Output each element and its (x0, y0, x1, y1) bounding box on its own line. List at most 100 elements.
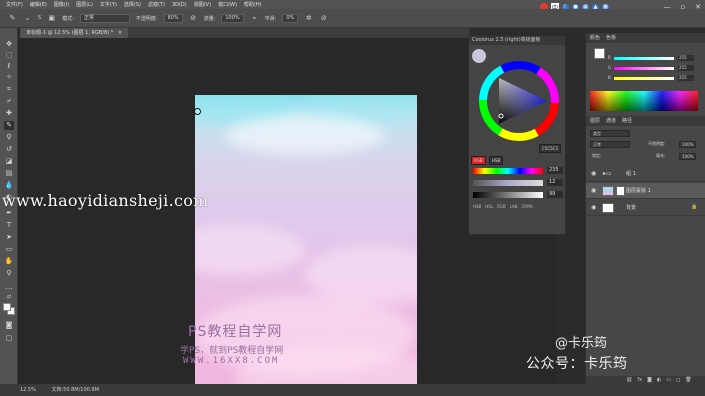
g-slider[interactable] (614, 67, 674, 70)
layer-row[interactable]: ◉ 图层蒙版 1 (586, 183, 705, 199)
brush-size[interactable]: 5 (38, 15, 41, 21)
layer-row[interactable]: ◉ 背景 🔒 (586, 200, 705, 216)
fill-label: 填充: (656, 153, 666, 158)
color-mode-button-2[interactable]: HSB (489, 156, 504, 165)
tab-lab[interactable]: LAB (510, 204, 518, 209)
menu-help[interactable]: 帮助(H) (244, 1, 262, 8)
document-tab[interactable]: 未标题-1 @ 12.5% (图层 1, RGB/8) * × (20, 28, 129, 38)
tab-rgb[interactable]: RGB (497, 204, 506, 209)
zoom-level[interactable]: 12.5% (20, 387, 36, 393)
history-brush-tool-icon[interactable]: ↺ (4, 145, 14, 154)
visibility-eye-icon[interactable]: ◉ (591, 170, 596, 177)
watermark-url: www.haoyidianshejі.com (2, 191, 209, 210)
menu-image[interactable]: 图像(I) (54, 1, 69, 8)
menu-edit[interactable]: 编辑(E) (30, 1, 47, 8)
hex-value[interactable]: C5C5C5 (539, 144, 562, 153)
color-mode-button[interactable]: RGB (471, 156, 486, 165)
pressure-size-icon[interactable]: ⊘ (319, 14, 328, 23)
lasso-tool-icon[interactable]: ℓ (4, 62, 14, 71)
menu-window[interactable]: 窗口(W) (218, 1, 237, 8)
type-tool-icon[interactable]: T (4, 221, 14, 230)
layer-fill-field[interactable]: 100% (679, 153, 697, 160)
clone-stamp-tool-icon[interactable]: ⚲ (4, 133, 14, 142)
document-info: 文档:50.8M/100.9M (51, 387, 99, 393)
settings-gear-icon[interactable]: ✲ (304, 14, 313, 23)
brush-preset-icon[interactable]: ⌄ (23, 14, 32, 23)
gradient-tool-icon[interactable]: ▤ (4, 169, 14, 178)
layer-filter-select[interactable]: 类型 (590, 130, 630, 137)
pressure-opacity-icon[interactable]: ⊘ (189, 14, 198, 23)
color-spectrum-bar[interactable] (590, 91, 698, 111)
menu-filter[interactable]: 滤镜(T) (148, 1, 165, 8)
tab-channels[interactable]: 通道 (606, 116, 616, 126)
menu-layer[interactable]: 图层(L) (76, 1, 93, 8)
hue-slider[interactable] (473, 168, 543, 174)
fx-icon[interactable]: fx (637, 377, 642, 383)
flow-field[interactable]: 100% (221, 13, 244, 23)
healing-brush-tool-icon[interactable]: ✚ (4, 109, 14, 118)
path-select-tool-icon[interactable]: ➤ (4, 233, 14, 242)
layer-mask-thumbnail[interactable] (616, 186, 625, 196)
color-wheel[interactable] (477, 56, 561, 146)
new-layer-icon[interactable]: ◻ (676, 377, 680, 383)
menu-file[interactable]: 文件(F) (6, 1, 23, 8)
tab-layers[interactable]: 图层 (590, 116, 600, 126)
blend-mode-select[interactable]: 正常 (590, 141, 630, 148)
tab-hsb[interactable]: HSB (473, 204, 481, 209)
delete-layer-icon[interactable]: 🗑 (685, 377, 691, 383)
smooth-field[interactable]: 0% (282, 13, 299, 23)
visibility-eye-icon[interactable]: ◉ (591, 187, 596, 194)
b-slider[interactable] (614, 77, 674, 80)
brightness-value[interactable]: 99 (547, 191, 563, 198)
r-slider[interactable] (614, 57, 674, 60)
quick-mask-icon[interactable]: ◙ (4, 321, 14, 330)
g-value[interactable]: 255 (678, 65, 694, 71)
layer-row[interactable]: ◉ ▸▭ 组 1 (586, 166, 705, 182)
close-tab-icon[interactable]: × (118, 30, 122, 36)
saturation-value[interactable]: 12 (547, 179, 563, 186)
hand-tool-icon[interactable]: ✋ (4, 257, 14, 266)
blur-tool-icon[interactable]: 💧 (4, 181, 14, 190)
color-panel-swatch[interactable] (594, 48, 605, 59)
marquee-tool-icon[interactable]: ⬚ (4, 51, 14, 60)
more-tools-icon[interactable]: … (4, 283, 14, 292)
shape-tool-icon[interactable]: ▭ (4, 245, 14, 254)
tab-cmyk[interactable]: CMYK (522, 204, 533, 209)
r-value[interactable]: 255 (678, 55, 694, 61)
b-value[interactable]: 255 (678, 75, 694, 81)
layer-opacity-field[interactable]: 100% (679, 141, 697, 148)
eraser-tool-icon[interactable]: ◪ (4, 157, 14, 166)
airbrush-icon[interactable]: ⌁ (250, 14, 259, 23)
opacity-field[interactable]: 80% (163, 13, 183, 23)
tab-swatches[interactable]: 色板 (606, 33, 616, 43)
tab-paths[interactable]: 路径 (622, 116, 632, 126)
menu-type[interactable]: 文字(Y) (100, 1, 117, 8)
brush-tool-icon[interactable]: ✎ (4, 121, 14, 130)
crop-tool-icon[interactable]: ⌗ (4, 85, 14, 94)
hue-value[interactable]: 235 (547, 167, 563, 174)
quick-select-tool-icon[interactable]: ✧ (4, 73, 14, 82)
mode-select[interactable]: 正常 (79, 13, 130, 23)
brightness-slider[interactable] (473, 192, 543, 198)
brush-panel-icon[interactable]: ▣ (47, 14, 56, 23)
pen-tool-icon[interactable]: ✒ (4, 209, 14, 218)
zoom-tool-icon[interactable]: ⚲ (4, 269, 14, 278)
visibility-eye-icon[interactable]: ◉ (591, 204, 596, 211)
tab-hsl[interactable]: HSL (485, 204, 493, 209)
menu-view[interactable]: 视图(V) (194, 1, 211, 8)
tab-color[interactable]: 颜色 (590, 33, 600, 43)
foreground-color-swatch[interactable] (3, 303, 11, 311)
swap-colors-icon[interactable]: ⇄ (4, 293, 14, 302)
saturation-slider[interactable] (473, 180, 543, 186)
menu-select[interactable]: 选择(S) (124, 1, 141, 8)
brush-tool-icon[interactable]: ✎ (8, 14, 17, 23)
screen-mode-icon[interactable]: ▢ (4, 334, 14, 343)
move-tool-icon[interactable]: ✥ (4, 40, 14, 49)
add-mask-icon[interactable]: ◙ (647, 377, 652, 383)
new-group-icon[interactable]: ▭ (666, 377, 671, 383)
adjustment-layer-icon[interactable]: ◐ (657, 377, 661, 383)
menu-3d[interactable]: 3D(D) (172, 2, 187, 8)
eyedropper-tool-icon[interactable]: ⌿ (4, 97, 14, 106)
foreground-background-swatch[interactable] (3, 303, 15, 315)
link-layers-icon[interactable]: ⛓ (626, 377, 632, 383)
